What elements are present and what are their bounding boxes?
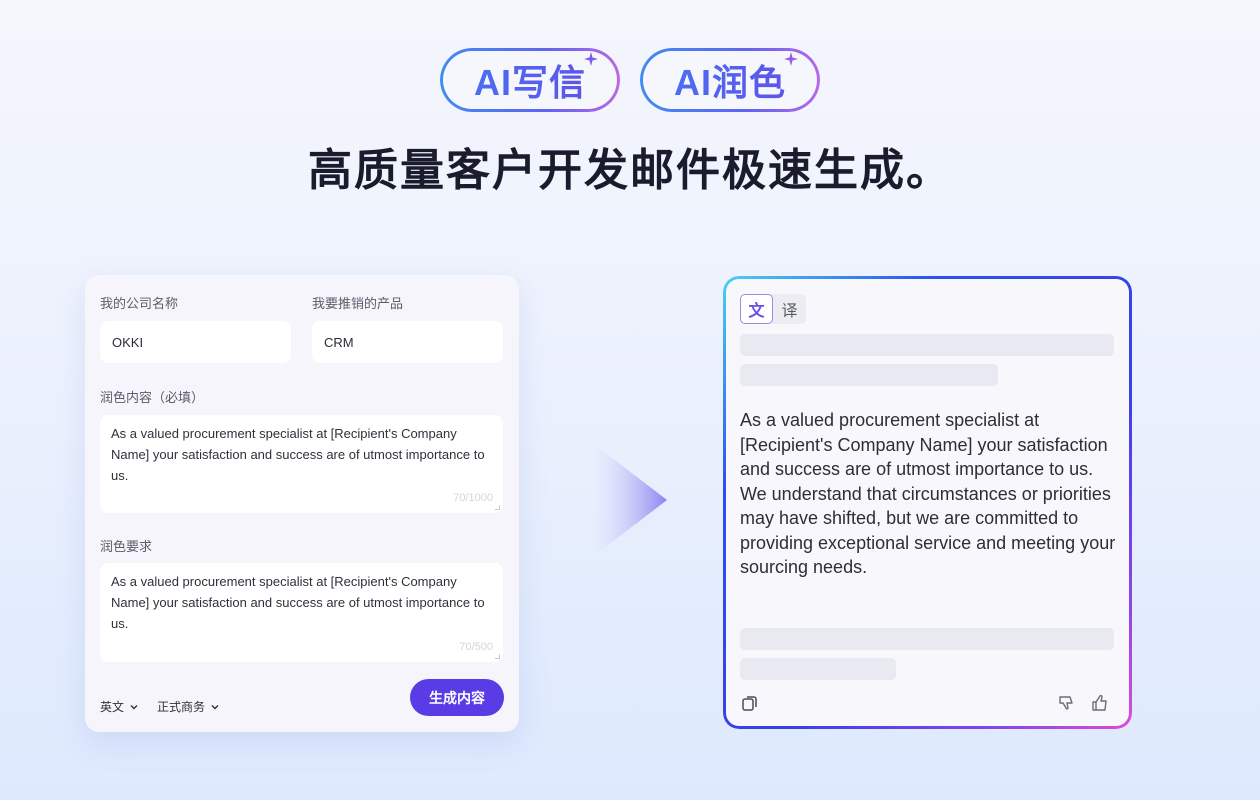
loading-skeleton bbox=[740, 658, 896, 680]
product-input[interactable]: CRM bbox=[312, 321, 503, 363]
char-counter: 70/500 bbox=[459, 641, 493, 653]
polish-form-card: 我的公司名称 OKKI 我要推销的产品 CRM 润色内容（必填） As a va… bbox=[85, 275, 519, 732]
copy-icon[interactable] bbox=[740, 693, 760, 713]
thumbs-up-icon[interactable] bbox=[1090, 693, 1110, 713]
language-select[interactable]: 英文 bbox=[100, 698, 139, 715]
polish-requirements-label: 润色要求 bbox=[100, 539, 153, 554]
tab-translate[interactable]: 译 bbox=[773, 294, 806, 324]
polish-content-label: 润色内容（必填） bbox=[100, 390, 205, 405]
language-select-value: 英文 bbox=[100, 700, 125, 714]
pill-label: AI写信 bbox=[474, 54, 586, 106]
product-label: 我要推销的产品 bbox=[312, 296, 404, 311]
original-translate-toggle: 文 译 bbox=[740, 294, 806, 324]
polish-requirements-textarea[interactable]: As a valued procurement specialist at [R… bbox=[100, 563, 503, 662]
polish-content-textarea[interactable]: As a valued procurement specialist at [R… bbox=[100, 415, 503, 513]
loading-skeleton bbox=[740, 628, 1114, 650]
tone-select-value: 正式商务 bbox=[157, 700, 206, 714]
thumbs-down-icon[interactable] bbox=[1056, 693, 1076, 713]
arrow-right-icon bbox=[595, 445, 667, 555]
tone-select[interactable]: 正式商务 bbox=[157, 698, 220, 715]
result-card: 文 译 As a valued procurement specialist a… bbox=[723, 276, 1132, 729]
polish-requirements-text: As a valued procurement specialist at [R… bbox=[111, 574, 485, 631]
feature-pills: AI写信 AI润色 bbox=[0, 48, 1260, 112]
pill-ai-write: AI写信 bbox=[440, 48, 620, 112]
company-name-input[interactable]: OKKI bbox=[100, 321, 291, 363]
loading-skeleton bbox=[740, 364, 998, 386]
sparkle-icon bbox=[584, 52, 598, 66]
resize-handle[interactable] bbox=[495, 505, 500, 510]
generate-content-button[interactable]: 生成内容 bbox=[410, 679, 504, 716]
chevron-down-icon bbox=[130, 704, 138, 709]
pill-label: AI润色 bbox=[674, 54, 786, 106]
sparkle-icon bbox=[784, 52, 798, 66]
tab-original[interactable]: 文 bbox=[740, 294, 773, 324]
pill-ai-polish: AI润色 bbox=[640, 48, 820, 112]
company-name-label: 我的公司名称 bbox=[100, 296, 179, 311]
generated-email-text: As a valued procurement specialist at [R… bbox=[740, 410, 1116, 577]
char-counter: 70/1000 bbox=[453, 492, 493, 504]
loading-skeleton bbox=[740, 334, 1114, 356]
polish-content-text: As a valued procurement specialist at [R… bbox=[111, 426, 485, 483]
chevron-down-icon bbox=[211, 704, 219, 709]
resize-handle[interactable] bbox=[495, 654, 500, 659]
page-headline: 高质量客户开发邮件极速生成。 bbox=[308, 146, 952, 195]
